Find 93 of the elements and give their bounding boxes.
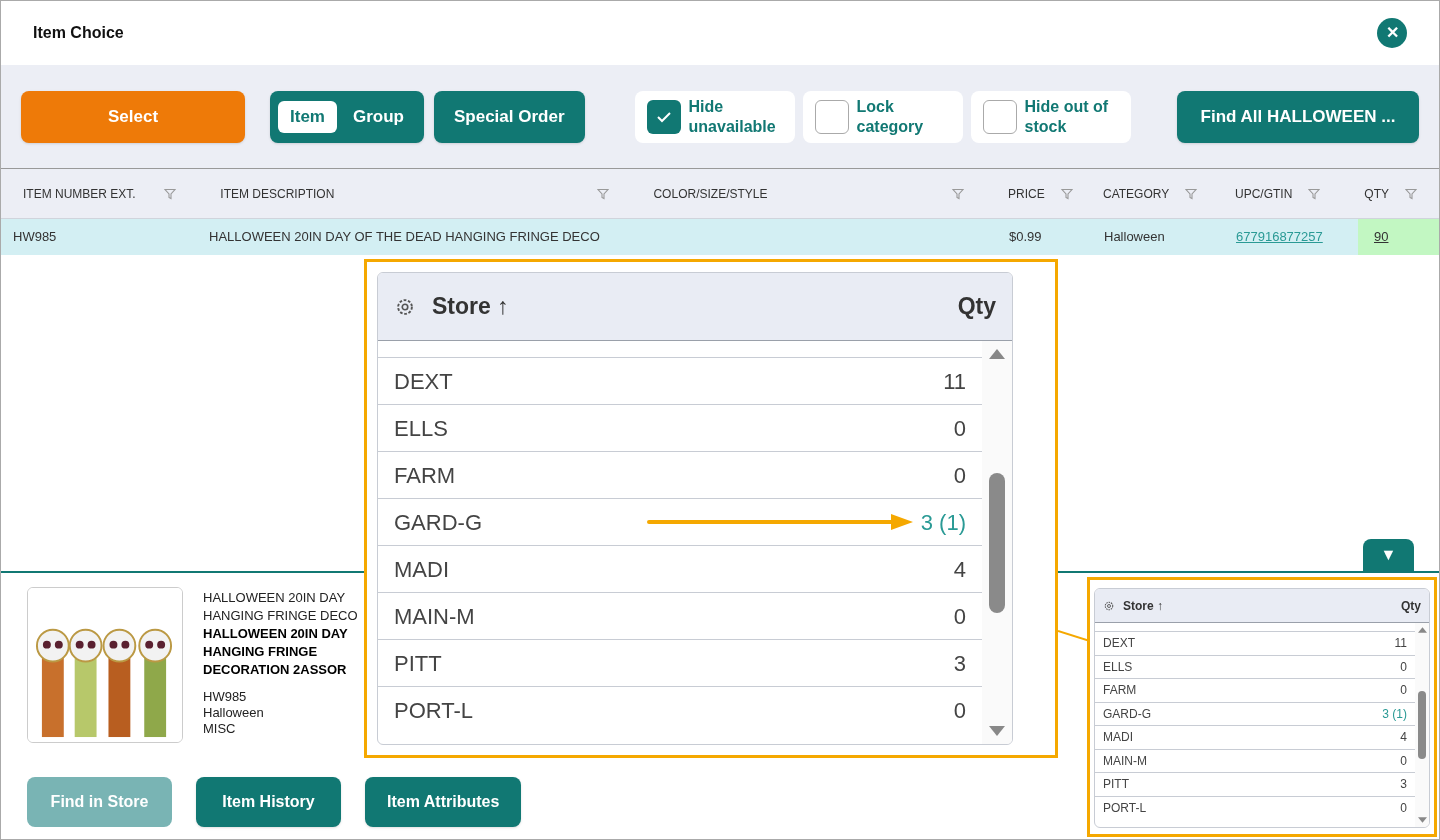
column-header[interactable]: Store ↑ <box>432 289 509 324</box>
store-qty: 0 <box>953 696 966 725</box>
store-qty: 0 <box>1400 799 1407 817</box>
table-cell: HW985 <box>13 229 57 245</box>
checkbox-label: Hide unavailable <box>688 96 777 137</box>
toggle-option[interactable]: Group <box>340 100 416 133</box>
action-button[interactable]: Item Attributes <box>365 777 522 827</box>
store-name: GARD-G <box>1103 705 1151 723</box>
store-name: FARM <box>1103 682 1137 700</box>
title-line: HALLOWEEN 20IN DAY <box>203 625 349 643</box>
checkbox[interactable] <box>814 99 849 134</box>
store-name: ELLS <box>394 414 448 443</box>
close-button[interactable]: ✕ <box>1377 18 1407 48</box>
scroll-thumb[interactable] <box>1418 691 1426 759</box>
column-header[interactable]: ITEM DESCRIPTION <box>220 184 335 203</box>
special-order-button[interactable]: Special Order <box>433 90 585 143</box>
store-name: MAIN-M <box>1103 752 1147 770</box>
settings-icon[interactable] <box>1103 599 1115 612</box>
filter-icon[interactable] <box>1185 187 1198 200</box>
store-qty: 3 (1) <box>920 508 966 537</box>
column-header[interactable]: COLOR/SIZE/STYLE <box>653 184 768 203</box>
description-line: HALLOWEEN 20IN DAY <box>203 589 347 607</box>
select-button[interactable]: Select <box>21 90 245 143</box>
store-qty: 11 <box>1394 635 1407 653</box>
store-qty: 4 <box>1400 729 1407 747</box>
store-name: PORT-L <box>394 696 474 725</box>
filter-icon[interactable] <box>597 187 610 200</box>
scrollbar[interactable] <box>1415 623 1429 827</box>
detail-text: MISC <box>203 721 237 737</box>
qty-link[interactable]: 90 <box>1374 227 1389 247</box>
store-qty: 0 <box>953 461 966 490</box>
store-qty: 3 (1) <box>1382 705 1407 723</box>
filter-icon[interactable] <box>164 187 177 200</box>
scroll-up-icon[interactable] <box>989 349 1005 359</box>
store-name: MAIN-M <box>394 602 475 631</box>
store-name: MADI <box>1103 729 1133 747</box>
column-header[interactable]: ITEM NUMBER EXT. <box>23 184 136 203</box>
store-name: GARD-G <box>394 508 482 537</box>
scroll-down-icon[interactable] <box>989 726 1005 736</box>
description-line: HANGING FRINGE DECO <box>203 607 358 625</box>
checkbox[interactable] <box>982 99 1017 134</box>
store-qty: 0 <box>953 414 966 443</box>
filter-icon[interactable] <box>1308 187 1321 200</box>
checkbox-card[interactable]: Hide unavailable <box>634 90 795 143</box>
store-qty: 4 <box>953 555 966 584</box>
checkbox-label: Hide out of stock <box>1024 96 1110 137</box>
scrollbar[interactable] <box>982 341 1012 744</box>
detail-text: HW985 <box>203 689 248 705</box>
column-header[interactable]: PRICE <box>1008 184 1045 203</box>
detail-text: Halloween <box>203 705 265 721</box>
table-row[interactable]: HW985 HALLOWEEN 20IN DAY OF THE DEAD HANGING FRINGE DECO $0.99 Halloween 677916877257 90 <box>1 219 1439 255</box>
filter-icon[interactable] <box>1060 187 1073 200</box>
store-qty: 0 <box>1400 752 1407 770</box>
column-header[interactable]: QTY <box>1364 184 1389 203</box>
upc-link[interactable]: 677916877257 <box>1236 229 1323 245</box>
store-qty: 0 <box>1400 658 1407 676</box>
table-cell: $0.99 <box>1009 229 1042 245</box>
store-qty: 3 <box>1400 776 1407 794</box>
column-header[interactable]: Store ↑ <box>1123 596 1163 615</box>
title-line: HANGING FRINGE <box>203 643 319 661</box>
table-cell: HALLOWEEN 20IN DAY OF THE DEAD HANGING FRINGE DECO <box>209 229 600 245</box>
store-name: FARM <box>394 461 456 490</box>
store-name: PITT <box>1103 776 1129 794</box>
window-title: Item Choice <box>33 23 124 43</box>
store-qty: 11 <box>943 367 966 396</box>
title-line: DECORATION 2ASSOR <box>203 661 348 679</box>
find-all-button[interactable]: Find All HALLOWEEN ... <box>1177 90 1419 143</box>
column-header[interactable]: UPC/GTIN <box>1235 184 1293 203</box>
store-qty: 0 <box>1400 682 1407 700</box>
filter-icon[interactable] <box>952 187 964 200</box>
checkbox-card[interactable]: Lock category <box>802 90 963 143</box>
checkbox-card[interactable]: Hide out of stock <box>970 90 1131 143</box>
checkbox-label: Lock category <box>856 96 925 137</box>
store-name: PORT-L <box>1103 799 1147 817</box>
store-name: PITT <box>394 649 442 678</box>
scroll-down-icon[interactable] <box>1417 817 1427 823</box>
store-name: DEXT <box>1103 635 1135 653</box>
store-qty: 3 <box>953 649 966 678</box>
scroll-thumb[interactable] <box>989 472 1005 613</box>
column-header[interactable]: CATEGORY <box>1103 184 1170 203</box>
store-qty: 0 <box>953 602 966 631</box>
column-header[interactable]: Qty <box>957 289 996 324</box>
scroll-up-icon[interactable] <box>1417 627 1427 633</box>
checkbox[interactable] <box>646 99 681 134</box>
store-name: DEXT <box>394 367 453 396</box>
column-header[interactable]: Qty <box>1401 596 1421 615</box>
expand-tab[interactable]: ▼ <box>1363 539 1414 571</box>
store-name: MADI <box>394 555 449 584</box>
table-cell: Halloween <box>1104 229 1165 245</box>
toggle-option[interactable]: Item <box>278 100 337 133</box>
action-button[interactable]: Item History <box>196 777 341 827</box>
filter-icon[interactable] <box>1405 187 1417 200</box>
store-name: ELLS <box>1103 658 1133 676</box>
